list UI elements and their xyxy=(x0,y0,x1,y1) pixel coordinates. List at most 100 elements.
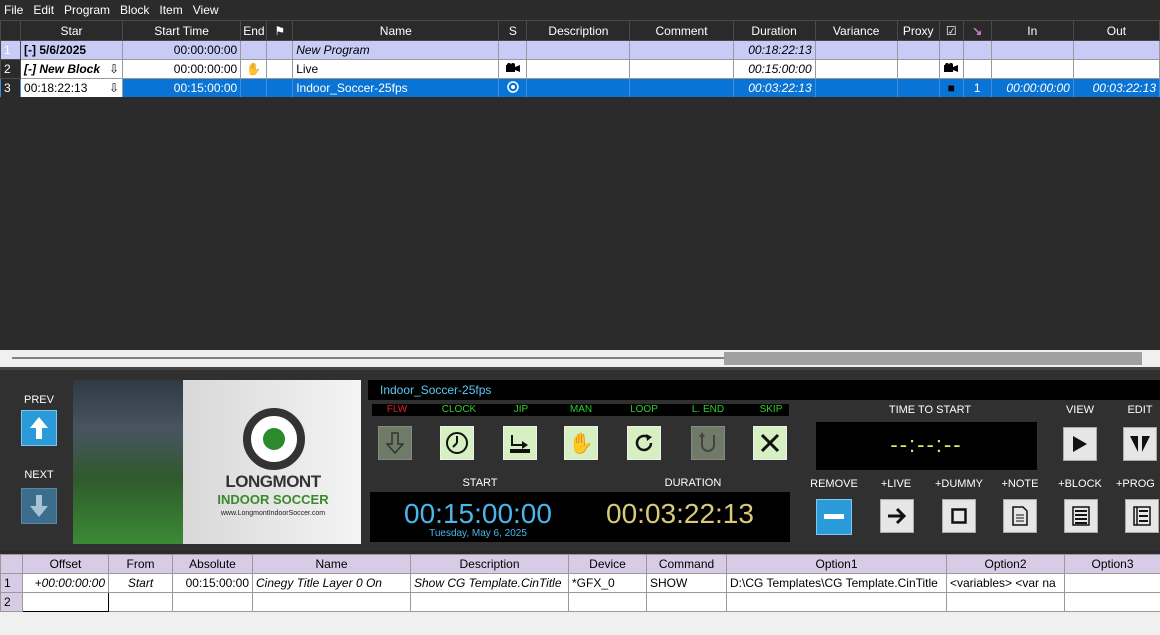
row-in[interactable] xyxy=(990,40,1074,60)
row-duration[interactable]: 00:03:22:13 xyxy=(732,78,816,98)
skip-button[interactable] xyxy=(753,426,787,460)
row-device[interactable]: *GFX_0 xyxy=(568,573,647,593)
row-idx[interactable] xyxy=(962,40,992,60)
col-description[interactable]: Description xyxy=(410,554,569,574)
add-block-button[interactable] xyxy=(1064,499,1098,533)
col-option2[interactable]: Option2 xyxy=(946,554,1065,574)
menu-file[interactable]: File xyxy=(0,3,29,17)
row-command[interactable]: SHOW xyxy=(646,573,727,593)
jip-button[interactable] xyxy=(503,426,537,460)
row-proxy[interactable] xyxy=(896,40,940,60)
row-description[interactable]: Show CG Template.CinTitle xyxy=(410,573,569,593)
prev-button[interactable] xyxy=(21,410,57,446)
secondary-row[interactable]: 2 xyxy=(0,592,1160,612)
row-name[interactable]: Cinegy Title Layer 0 On xyxy=(252,573,411,593)
row-name[interactable]: New Program xyxy=(292,40,500,60)
row-description[interactable] xyxy=(526,59,631,79)
row-flag[interactable] xyxy=(266,40,294,60)
row-name[interactable] xyxy=(252,592,411,612)
menu-program[interactable]: Program xyxy=(60,3,116,17)
row-start-time[interactable]: 00:00:00:00 xyxy=(122,40,242,60)
col-name[interactable]: Name xyxy=(292,20,500,41)
col-flag[interactable]: ⚑ xyxy=(266,20,294,41)
row-from[interactable]: Start xyxy=(108,573,173,593)
row-in[interactable] xyxy=(990,59,1074,79)
row-option2[interactable] xyxy=(946,592,1065,612)
col-star[interactable]: Star xyxy=(20,20,124,41)
secondary-empty-area[interactable] xyxy=(0,612,1160,635)
col-command[interactable]: Command xyxy=(646,554,727,574)
row-offset[interactable] xyxy=(22,592,109,612)
row-check[interactable] xyxy=(938,59,964,79)
row-name[interactable]: Live xyxy=(292,59,500,79)
row-proxy[interactable] xyxy=(896,78,940,98)
row-s[interactable] xyxy=(498,59,528,79)
col-start-time[interactable]: Start Time xyxy=(122,20,242,41)
row-description[interactable] xyxy=(526,40,631,60)
row-duration[interactable]: 00:18:22:13 xyxy=(732,40,816,60)
row-out[interactable] xyxy=(1072,40,1160,60)
row-start-time[interactable]: 00:00:00:00 xyxy=(122,59,242,79)
row-check[interactable]: ■ xyxy=(938,78,964,98)
playlist-row[interactable]: 2 [-] New Block ⇩ 00:00:00:00 ✋ Live 00:1… xyxy=(0,59,1160,79)
menu-block[interactable]: Block xyxy=(116,3,155,17)
row-option2[interactable]: <variables> <var na xyxy=(946,573,1065,593)
flw-button[interactable] xyxy=(378,426,412,460)
row-offset[interactable]: +00:00:00:00 xyxy=(22,573,109,593)
col-out[interactable]: Out xyxy=(1072,20,1160,41)
add-live-button[interactable] xyxy=(880,499,914,533)
col-option1[interactable]: Option1 xyxy=(726,554,947,574)
col-offset[interactable]: Offset xyxy=(22,554,109,574)
col-check[interactable]: ☑ xyxy=(938,20,964,41)
view-button[interactable] xyxy=(1063,427,1097,461)
row-flag[interactable] xyxy=(266,59,294,79)
row-check[interactable] xyxy=(938,40,964,60)
row-option1[interactable]: D:\CG Templates\CG Template.CinTitle xyxy=(726,573,947,593)
col-name[interactable]: Name xyxy=(252,554,411,574)
loop-button[interactable] xyxy=(627,426,661,460)
row-description[interactable] xyxy=(526,78,631,98)
row-flag[interactable] xyxy=(266,78,294,98)
row-device[interactable] xyxy=(568,592,647,612)
row-star[interactable]: 00:18:22:13 ⇩ xyxy=(20,78,124,98)
row-from[interactable] xyxy=(108,592,173,612)
col-s[interactable]: S xyxy=(498,20,528,41)
row-out[interactable]: 00:03:22:13 xyxy=(1072,78,1160,98)
add-dummy-button[interactable] xyxy=(942,499,976,533)
col-end[interactable]: End xyxy=(240,20,268,41)
col-from[interactable]: From xyxy=(108,554,173,574)
horizontal-scrollbar[interactable] xyxy=(0,350,1160,367)
row-start-time[interactable]: 00:15:00:00 xyxy=(122,78,242,98)
row-star[interactable]: [-] New Block ⇩ xyxy=(20,59,124,79)
row-idx[interactable] xyxy=(962,59,992,79)
row-command[interactable] xyxy=(646,592,727,612)
row-idx[interactable]: 1 xyxy=(962,78,992,98)
row-s[interactable] xyxy=(498,78,528,98)
menu-view[interactable]: View xyxy=(189,3,225,17)
row-end[interactable]: ✋ xyxy=(240,59,268,79)
row-s[interactable] xyxy=(498,40,528,60)
col-option3[interactable]: Option3 xyxy=(1064,554,1160,574)
edit-button[interactable] xyxy=(1123,427,1157,461)
row-option1[interactable] xyxy=(726,592,947,612)
row-variance[interactable] xyxy=(814,59,898,79)
playlist-row-selected[interactable]: 3 00:18:22:13 ⇩ 00:15:00:00 Indoor_Soccer… xyxy=(0,78,1160,98)
row-out[interactable] xyxy=(1072,59,1160,79)
add-note-button[interactable] xyxy=(1003,499,1037,533)
remove-button[interactable] xyxy=(816,499,852,535)
clock-button[interactable] xyxy=(440,426,474,460)
menu-item[interactable]: Item xyxy=(155,3,188,17)
col-duration[interactable]: Duration xyxy=(732,20,816,41)
row-in[interactable]: 00:00:00:00 xyxy=(990,78,1074,98)
row-name[interactable]: Indoor_Soccer-25fps xyxy=(292,78,500,98)
row-end[interactable] xyxy=(240,40,268,60)
scrollbar-thumb[interactable] xyxy=(724,352,1142,365)
col-variance[interactable]: Variance xyxy=(814,20,898,41)
next-button[interactable] xyxy=(21,488,57,524)
row-variance[interactable] xyxy=(814,40,898,60)
secondary-row[interactable]: 1 +00:00:00:00 Start 00:15:00:00 Cinegy … xyxy=(0,573,1160,593)
row-absolute[interactable] xyxy=(172,592,253,612)
row-star[interactable]: [-] 5/6/2025 xyxy=(20,40,124,60)
add-program-button[interactable] xyxy=(1125,499,1159,533)
playlist-row[interactable]: 1 [-] 5/6/2025 00:00:00:00 New Program 0… xyxy=(0,40,1160,60)
